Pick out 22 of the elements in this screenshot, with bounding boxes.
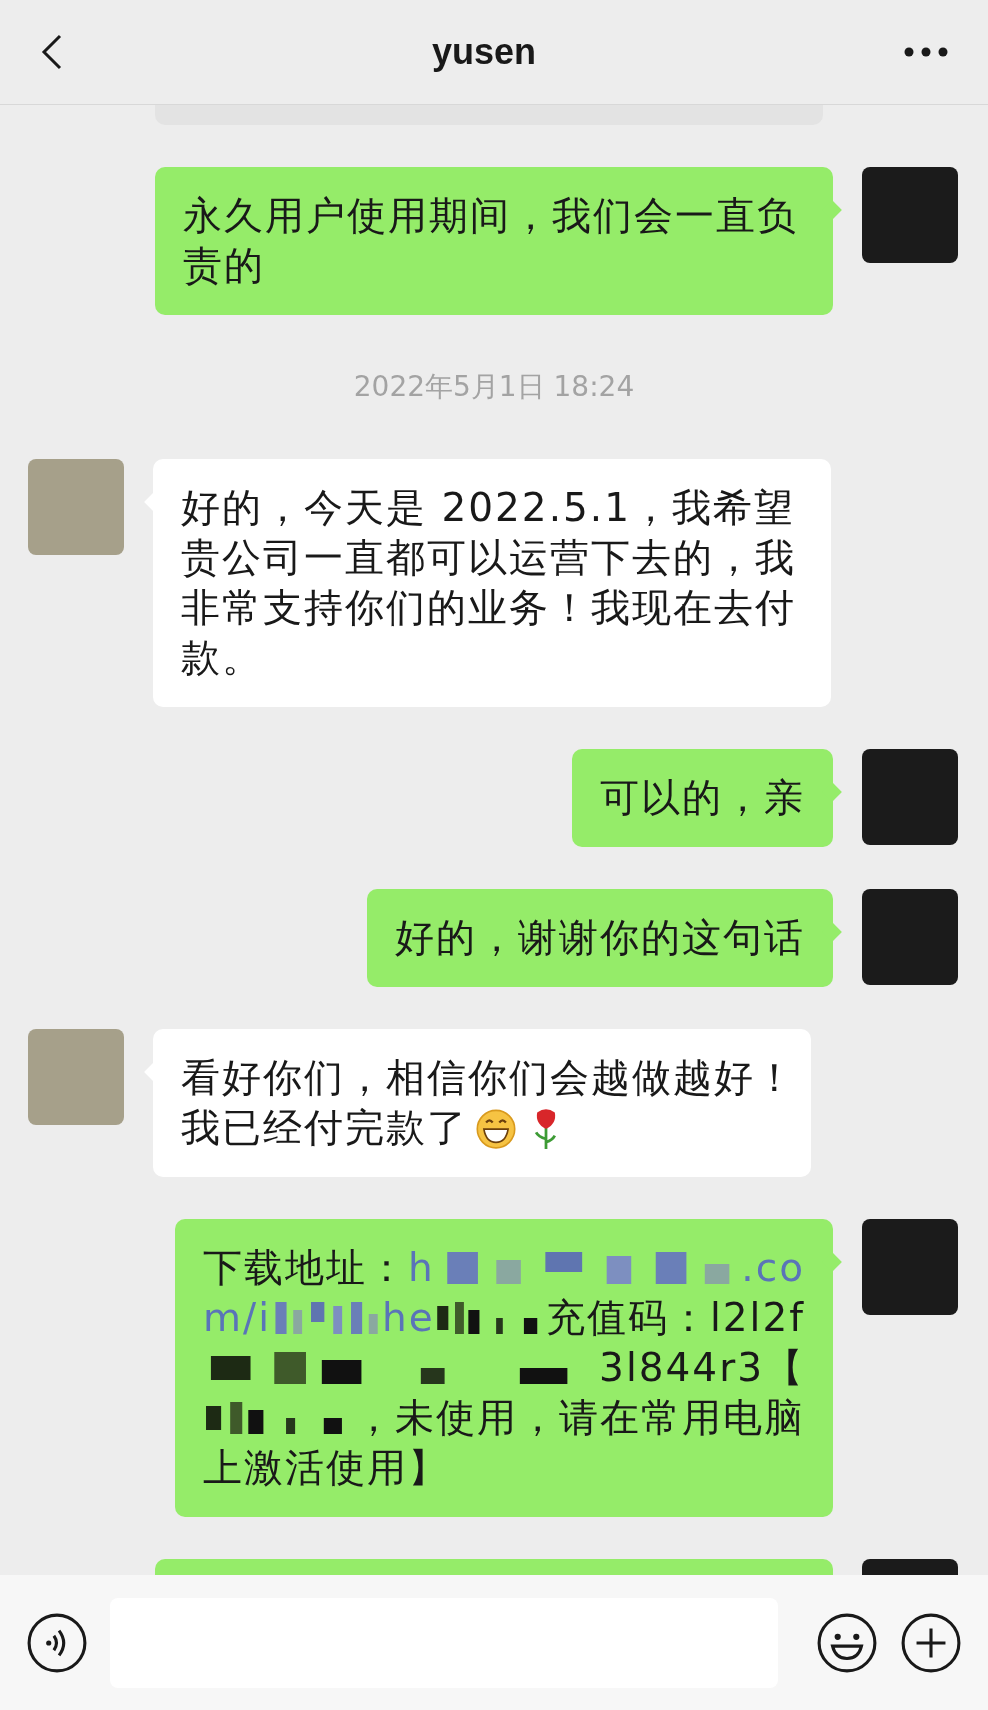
message-text: 永久用户使用期间，我们会一直负责的 [183, 193, 798, 288]
message-text: 看好你们，相信你们会越做越好！ [181, 1054, 796, 1102]
message-text: 好的，今天是 2022.5.1，我希望贵公司一直都可以运营下去的，我非常支持你们的业务！我现在去付款。 [181, 485, 796, 680]
link-text[interactable]: h [408, 1243, 435, 1293]
timestamp: 2022年5月1日 18:24 [353, 369, 635, 405]
message-text: 我已经付完款了 [181, 1104, 468, 1152]
link-text[interactable]: he [382, 1293, 435, 1343]
smiley-icon[interactable] [816, 1611, 878, 1674]
message-text: 上激活使用】 [203, 1444, 449, 1492]
back-icon[interactable] [40, 32, 64, 72]
message-text: ，未使用，请在常用电脑 [354, 1394, 805, 1442]
message-text: 充值码：l2l2f [545, 1294, 805, 1342]
link-text[interactable]: .co [741, 1243, 805, 1293]
link-text[interactable]: m/i [203, 1293, 271, 1343]
message-text: 好的，谢谢你的这句话 [395, 915, 805, 960]
message-text: 下载地址： [203, 1244, 408, 1292]
voice-icon[interactable] [26, 1611, 88, 1674]
message-text: 3l844r3【 [599, 1344, 805, 1392]
chat-title: yusen [431, 31, 536, 73]
more-icon[interactable] [904, 47, 948, 57]
plus-icon[interactable] [900, 1611, 962, 1674]
message-text: 可以的，亲 [600, 775, 805, 820]
